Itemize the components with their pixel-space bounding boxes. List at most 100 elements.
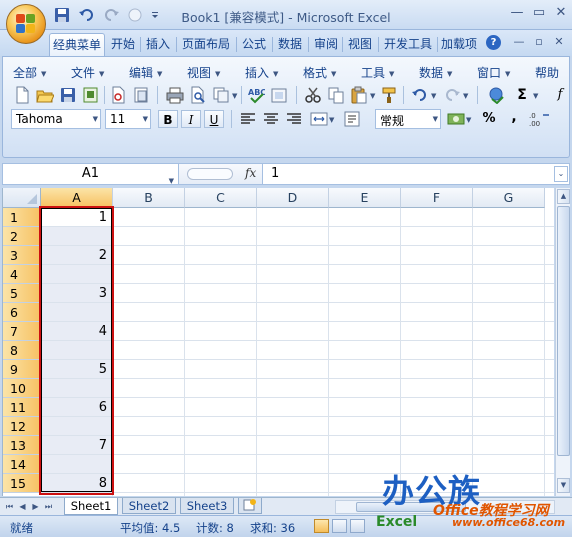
print-preview-icon[interactable] [189, 86, 207, 104]
row-header-12[interactable]: 12 [3, 417, 41, 436]
tab-review[interactable]: 审阅 [310, 33, 342, 56]
undo-icon[interactable] [411, 86, 429, 104]
vertical-scrollbar[interactable]: ▲ ▼ [555, 188, 570, 496]
tab-page-layout[interactable]: 页面布局 [178, 33, 234, 56]
maximize-button[interactable]: ▭ [527, 3, 551, 23]
menu-tools[interactable]: 工具 ▼ [361, 64, 394, 81]
currency-icon[interactable] [447, 110, 465, 128]
sheet-tab-sheet3[interactable]: Sheet3 [180, 498, 234, 514]
column-header-d[interactable]: D [257, 188, 329, 208]
column-header-f[interactable]: F [401, 188, 473, 208]
menu-view[interactable]: 视图 ▼ [187, 64, 220, 81]
menu-help[interactable]: 帮助 [535, 64, 559, 81]
select-all-button[interactable] [3, 188, 41, 208]
row-header-6[interactable]: 6 [3, 303, 41, 322]
italic-button[interactable]: I [181, 110, 201, 128]
column-header-g[interactable]: G [473, 188, 545, 208]
autosum-icon[interactable]: Σ [513, 86, 531, 104]
menu-all[interactable]: 全部 ▼ [13, 64, 46, 81]
menu-window[interactable]: 窗口 ▼ [477, 64, 510, 81]
name-box[interactable]: A1 ▼ [3, 164, 179, 185]
scroll-up-button[interactable]: ▲ [557, 189, 570, 204]
row-header-14[interactable]: 14 [3, 455, 41, 474]
increase-decimal-icon[interactable]: .0.00 [529, 110, 549, 128]
align-left-icon[interactable] [239, 110, 257, 128]
format-painter-icon[interactable] [381, 86, 399, 104]
normal-view-button[interactable] [314, 519, 329, 533]
office-button[interactable] [6, 4, 46, 44]
percent-button[interactable]: % [480, 110, 498, 128]
align-right-icon[interactable] [285, 110, 303, 128]
column-header-e[interactable]: E [329, 188, 401, 208]
expand-formula-bar-button[interactable]: ⌄ [554, 166, 568, 182]
hyperlink-icon[interactable] [488, 86, 506, 105]
open-folder-icon[interactable] [36, 86, 55, 104]
font-name-select[interactable]: Tahoma ▼ [11, 109, 101, 129]
tab-data[interactable]: 数据 [274, 33, 306, 56]
research-icon[interactable] [270, 86, 288, 104]
row-header-3[interactable]: 3 [3, 246, 41, 265]
comma-button[interactable]: , [505, 110, 523, 128]
row-header-8[interactable]: 8 [3, 341, 41, 360]
insert-function-button[interactable]: fx [245, 166, 256, 180]
copy-icon[interactable] [327, 86, 345, 104]
vertical-scroll-thumb[interactable] [557, 206, 570, 456]
row-header-11[interactable]: 11 [3, 398, 41, 417]
document-icon[interactable] [132, 86, 150, 104]
sheet-tab-sheet1[interactable]: Sheet1 [64, 498, 118, 515]
copy-format-icon[interactable] [212, 86, 230, 104]
formula-input[interactable]: 1 [271, 166, 279, 181]
tab-developer[interactable]: 开发工具 [380, 33, 436, 56]
print-preview-pdf-icon[interactable] [109, 86, 127, 104]
tab-home[interactable]: 开始 [107, 33, 139, 56]
menu-format[interactable]: 格式 ▼ [303, 64, 336, 81]
save-icon[interactable] [59, 86, 77, 104]
row-header-4[interactable]: 4 [3, 265, 41, 284]
formula-expand-handle[interactable] [187, 168, 233, 180]
sheet-tab-sheet2[interactable]: Sheet2 [122, 498, 176, 514]
row-header-10[interactable]: 10 [3, 379, 41, 398]
row-header-9[interactable]: 9 [3, 360, 41, 379]
row-header-1[interactable]: 1 [3, 208, 41, 227]
tab-insert[interactable]: 插入 [142, 33, 174, 56]
number-format-select[interactable]: 常规 ▼ [375, 109, 441, 129]
align-center-icon[interactable] [262, 110, 280, 128]
function-icon[interactable]: f [551, 86, 569, 104]
insert-sheet-icon[interactable] [238, 498, 262, 514]
row-header-13[interactable]: 13 [3, 436, 41, 455]
underline-button[interactable]: U [204, 110, 224, 128]
minimize-button[interactable]: — [505, 3, 529, 23]
spelling-icon[interactable]: ABC [247, 86, 266, 104]
merge-center-icon[interactable] [310, 110, 328, 128]
paste-icon[interactable] [350, 86, 368, 104]
menu-insert[interactable]: 插入 ▼ [245, 64, 278, 81]
column-header-c[interactable]: C [185, 188, 257, 208]
tab-add-ins[interactable]: 加载项 [438, 33, 480, 56]
help-icon[interactable]: ? [486, 35, 501, 50]
permission-icon[interactable] [82, 86, 100, 104]
workbook-minimize-button[interactable]: — [510, 33, 528, 51]
tab-view[interactable]: 视图 [344, 33, 376, 56]
worksheet-grid[interactable]: A B C D E F G 1 1 2 3 2 4 5 3 6 7 4 8 9 5 10 11 6 12 13 7 14 15 8 [2, 188, 554, 496]
font-size-select[interactable]: 11 ▼ [105, 109, 151, 129]
column-header-b[interactable]: B [113, 188, 185, 208]
last-sheet-button[interactable]: ⏭ [43, 500, 54, 513]
tab-classic-menu[interactable]: 经典菜单 [49, 33, 105, 56]
first-sheet-button[interactable]: ⏮ [4, 500, 15, 513]
close-button[interactable]: ✕ [549, 3, 572, 23]
page-layout-view-button[interactable] [332, 519, 347, 533]
row-header-15[interactable]: 15 [3, 474, 41, 493]
print-icon[interactable] [166, 86, 184, 104]
row-header-7[interactable]: 7 [3, 322, 41, 341]
menu-file[interactable]: 文件 ▼ [71, 64, 104, 81]
menu-edit[interactable]: 编辑 ▼ [129, 64, 162, 81]
row-header-5[interactable]: 5 [3, 284, 41, 303]
column-header-a[interactable]: A [41, 188, 113, 208]
scroll-down-button[interactable]: ▼ [557, 478, 570, 493]
new-file-icon[interactable] [13, 86, 31, 104]
page-break-view-button[interactable] [350, 519, 365, 533]
cut-icon[interactable] [304, 86, 322, 104]
wrap-text-icon[interactable] [343, 110, 361, 128]
row-header-2[interactable]: 2 [3, 227, 41, 246]
workbook-close-button[interactable]: ✕ [550, 33, 568, 51]
